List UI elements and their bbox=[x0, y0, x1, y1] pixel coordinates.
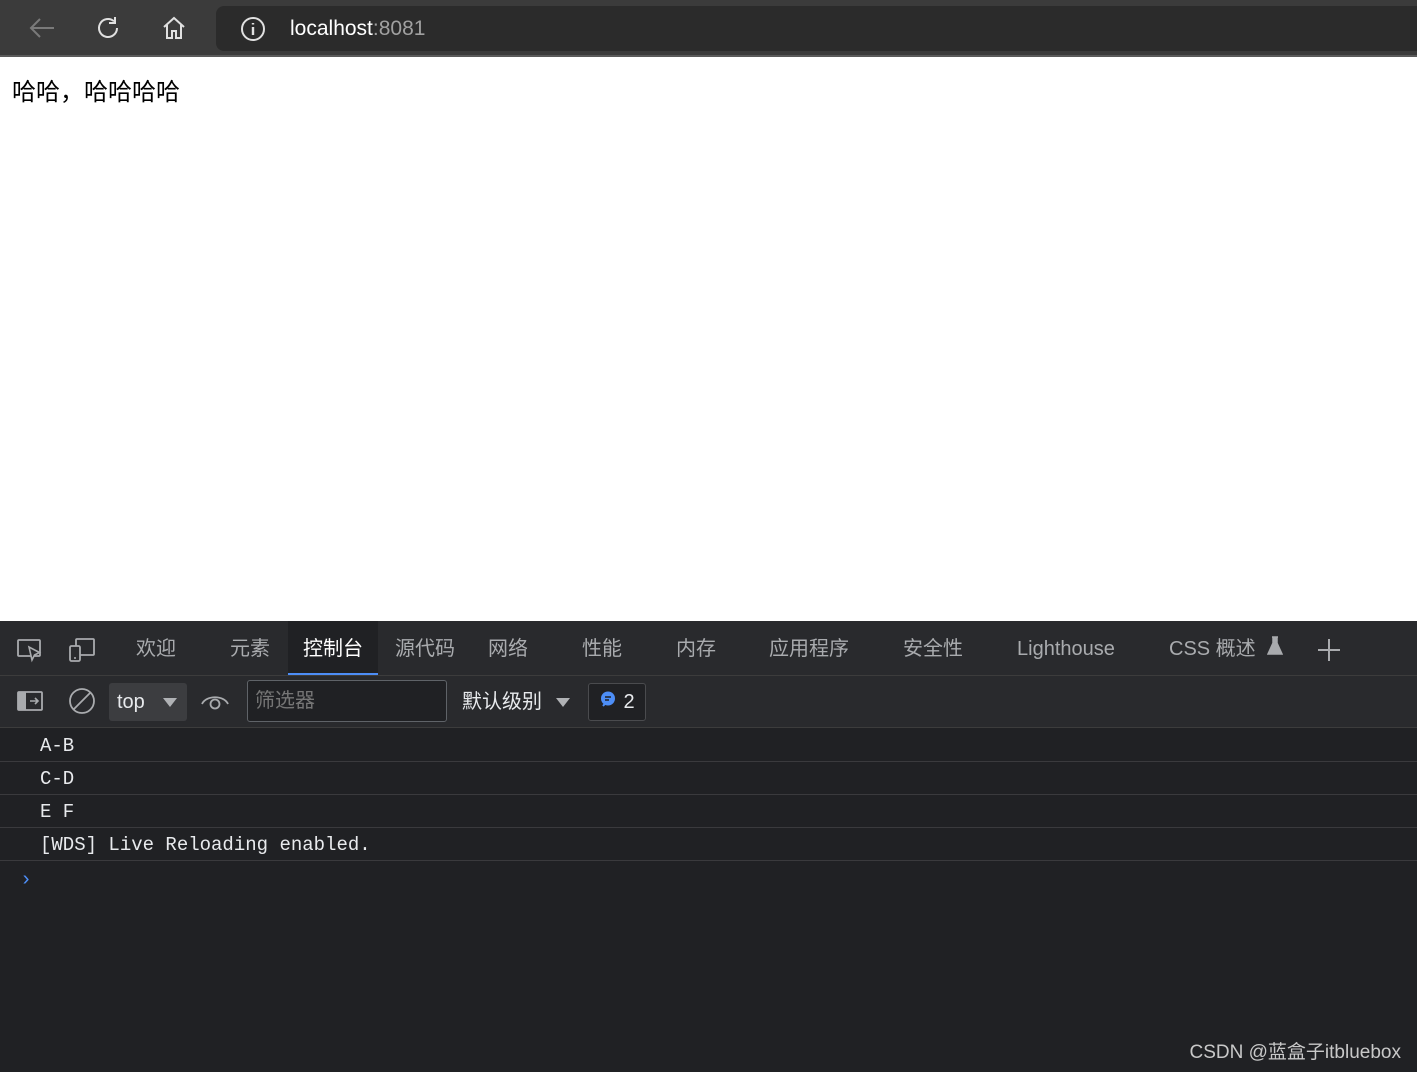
chevron-down-icon bbox=[556, 698, 570, 708]
home-icon[interactable] bbox=[157, 12, 191, 44]
more-tabs-plus-icon[interactable] bbox=[1314, 635, 1344, 665]
devtools-panel: 欢迎 元素 控制台 源代码 网络 性能 内存 应用程序 安全性 Lighthou… bbox=[0, 621, 1417, 1072]
url-text: localhost:8081 bbox=[290, 17, 425, 41]
address-bar[interactable]: localhost:8081 bbox=[216, 6, 1417, 51]
console-prompt[interactable]: › bbox=[20, 869, 32, 892]
log-level-dropdown[interactable]: 默认级别 bbox=[462, 683, 570, 721]
console-log-line: E F bbox=[0, 795, 1417, 828]
issues-counter-button[interactable]: 2 bbox=[588, 683, 646, 721]
message-bubble-icon bbox=[599, 690, 617, 714]
url-host: localhost bbox=[290, 17, 373, 40]
tab-css-overview-label: CSS 概述 bbox=[1169, 638, 1256, 660]
filter-input[interactable] bbox=[247, 680, 447, 722]
url-port: :8081 bbox=[372, 17, 426, 40]
tab-sources[interactable]: 源代码 bbox=[395, 621, 455, 675]
tab-elements[interactable]: 元素 bbox=[230, 621, 270, 675]
watermark: CSDN @蓝盒子itbluebox bbox=[1189, 1042, 1401, 1063]
tab-application[interactable]: 应用程序 bbox=[769, 621, 849, 675]
tab-memory[interactable]: 内存 bbox=[676, 621, 716, 675]
context-selector-value: top bbox=[117, 691, 145, 713]
refresh-icon[interactable] bbox=[91, 12, 125, 44]
sidebar-toggle-icon[interactable] bbox=[15, 686, 45, 716]
context-selector[interactable]: top bbox=[109, 683, 187, 721]
tab-security[interactable]: 安全性 bbox=[903, 621, 963, 675]
console-output: A-B C-D E F [WDS] Live Reloading enabled… bbox=[0, 729, 1417, 892]
console-log-line: [WDS] Live Reloading enabled. bbox=[0, 828, 1417, 861]
tab-network[interactable]: 网络 bbox=[488, 621, 528, 675]
tab-lighthouse[interactable]: Lighthouse bbox=[1017, 621, 1115, 675]
tab-performance[interactable]: 性能 bbox=[582, 621, 622, 675]
tab-css-overview[interactable]: CSS 概述 bbox=[1169, 621, 1284, 678]
console-log-line: A-B bbox=[0, 729, 1417, 762]
inspect-element-icon[interactable] bbox=[15, 635, 45, 665]
browser-toolbar: localhost:8081 bbox=[0, 0, 1417, 57]
console-log-line: C-D bbox=[0, 762, 1417, 795]
console-toolbar: top 默认级别 2 bbox=[0, 676, 1417, 728]
tab-welcome[interactable]: 欢迎 bbox=[136, 621, 176, 675]
flask-icon bbox=[1267, 622, 1284, 678]
tab-console[interactable]: 控制台 bbox=[288, 621, 378, 675]
clear-console-icon[interactable] bbox=[67, 686, 97, 716]
live-expression-eye-icon[interactable] bbox=[200, 686, 230, 716]
issues-count: 2 bbox=[623, 690, 635, 713]
info-icon[interactable] bbox=[240, 16, 266, 47]
chevron-down-icon bbox=[163, 698, 177, 707]
back-icon[interactable] bbox=[25, 12, 59, 44]
page-body-text: 哈哈，哈哈哈哈 bbox=[12, 79, 180, 106]
devtools-tab-bar: 欢迎 元素 控制台 源代码 网络 性能 内存 应用程序 安全性 Lighthou… bbox=[0, 621, 1417, 676]
log-level-label: 默认级别 bbox=[462, 691, 542, 713]
device-emulation-icon[interactable] bbox=[67, 635, 97, 665]
